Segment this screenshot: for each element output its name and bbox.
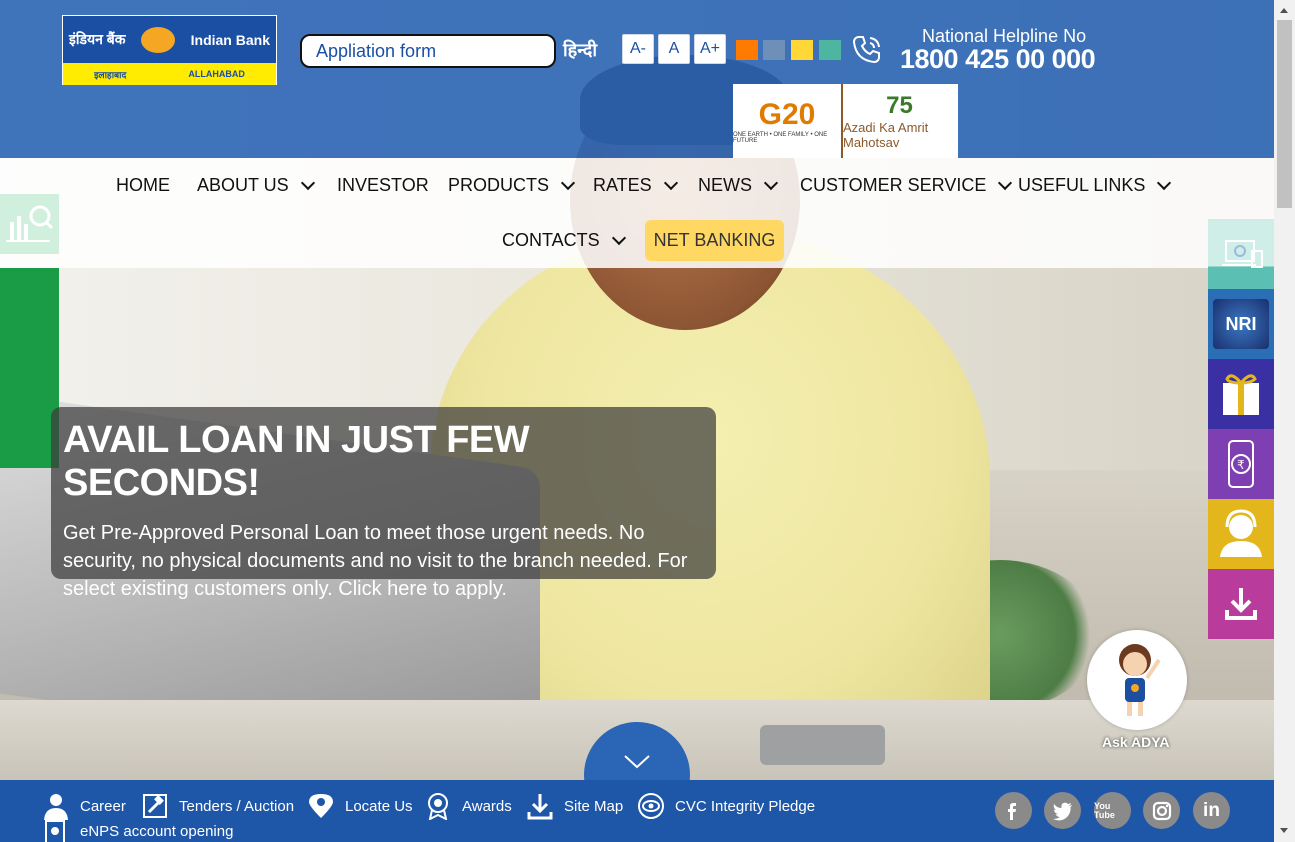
gavel-icon bbox=[143, 794, 167, 818]
nav-useful-links[interactable]: USEFUL LINKS bbox=[1018, 175, 1172, 196]
bank-emblem-icon bbox=[141, 26, 176, 53]
person-icon bbox=[44, 794, 68, 820]
scrollbar[interactable] bbox=[1274, 0, 1295, 842]
nav-rates[interactable]: RATES bbox=[593, 175, 678, 196]
net-banking-button[interactable]: NET BANKING bbox=[645, 220, 784, 261]
font-decrease-button[interactable]: A- bbox=[622, 34, 654, 64]
banner-text: Get Pre-Approved Personal Loan to meet t… bbox=[63, 522, 688, 600]
chevron-down-icon bbox=[663, 175, 678, 190]
side-download[interactable] bbox=[1208, 569, 1274, 639]
search-input[interactable] bbox=[300, 34, 556, 68]
event-badges: G20 ONE EARTH • ONE FAMILY • ONE FUTURE … bbox=[733, 84, 958, 158]
helpline-number[interactable]: 1800 425 00 000 bbox=[900, 44, 1096, 75]
banner-title: AVAIL LOAN IN JUST FEW SECONDS! bbox=[63, 419, 530, 504]
theme-blue-swatch[interactable] bbox=[763, 40, 785, 60]
download-icon bbox=[527, 794, 553, 820]
youtube-icon[interactable]: You Tube bbox=[1094, 792, 1131, 829]
logo-hindi-text: इंडियन बैंक bbox=[69, 31, 126, 47]
facebook-icon[interactable] bbox=[995, 792, 1032, 829]
digital-banking-icon bbox=[1222, 240, 1263, 268]
language-toggle-link[interactable]: हिन्दी bbox=[563, 38, 597, 62]
customer-support-icon bbox=[1220, 509, 1262, 557]
chevron-down-icon bbox=[611, 230, 626, 245]
instagram-icon[interactable] bbox=[1143, 792, 1180, 829]
footer-locate-link[interactable]: Locate Us bbox=[307, 792, 413, 820]
footer-awards-link[interactable]: Awards bbox=[424, 792, 512, 820]
nav-home[interactable]: HOME bbox=[116, 175, 170, 196]
twitter-icon[interactable] bbox=[1044, 792, 1081, 829]
azadi-logo: Azadi Ka Amrit Mahotsav bbox=[843, 120, 929, 150]
linkedin-icon[interactable]: in bbox=[1193, 792, 1230, 829]
nav-investor[interactable]: INVESTOR bbox=[337, 175, 429, 196]
nav-contacts[interactable]: CONTACTS bbox=[502, 230, 626, 251]
chevron-down-icon bbox=[300, 175, 315, 190]
chatbot-label[interactable]: Ask ADYA bbox=[1102, 734, 1169, 750]
promo-banner[interactable]: AVAIL LOAN IN JUST FEW SECONDS! Get Pre-… bbox=[51, 407, 716, 600]
gift-icon bbox=[1223, 374, 1259, 415]
chevron-down-icon bbox=[560, 175, 576, 190]
scrollbar-thumb[interactable] bbox=[1277, 20, 1292, 208]
footer-enps-link[interactable]: eNPS account opening bbox=[42, 819, 233, 842]
theme-orange-swatch[interactable] bbox=[736, 40, 758, 60]
phone-icon bbox=[852, 36, 880, 64]
scroll-up-arrow-icon[interactable] bbox=[1280, 8, 1288, 13]
side-mobile-payment[interactable]: ₹ bbox=[1208, 429, 1274, 499]
mobile-rupee-icon: ₹ bbox=[1228, 440, 1254, 488]
chevron-down-icon bbox=[763, 175, 779, 190]
chevron-down-icon bbox=[1157, 175, 1172, 190]
chatbot-launcher[interactable] bbox=[1087, 630, 1187, 730]
assistant-avatar-icon bbox=[1119, 644, 1161, 716]
g20-tagline: ONE EARTH • ONE FAMILY • ONE FUTURE bbox=[733, 132, 828, 144]
nav-products[interactable]: PRODUCTS bbox=[448, 175, 576, 196]
download-icon bbox=[1225, 588, 1257, 620]
nav-customer-service[interactable]: CUSTOMER SERVICE bbox=[800, 175, 1013, 196]
font-increase-button[interactable]: A+ bbox=[694, 34, 726, 64]
g20-logo: G20 bbox=[758, 98, 816, 131]
side-customer-support[interactable] bbox=[1208, 499, 1274, 569]
side-gift[interactable] bbox=[1208, 359, 1274, 429]
logo-sub-hindi: इलाहाबाद bbox=[94, 69, 127, 80]
footer-career-link[interactable]: Career bbox=[42, 792, 126, 820]
chart-search-icon bbox=[6, 205, 54, 242]
nri-icon: NRI bbox=[1213, 299, 1269, 349]
scroll-down-arrow-icon[interactable] bbox=[1280, 828, 1288, 833]
footer-sitemap-link[interactable]: Site Map bbox=[526, 792, 623, 820]
side-digital-banking[interactable] bbox=[1208, 219, 1274, 289]
theme-teal-swatch[interactable] bbox=[819, 40, 841, 60]
svg-text:₹: ₹ bbox=[1237, 458, 1245, 472]
chevron-down-icon bbox=[624, 755, 650, 769]
nav-news[interactable]: NEWS bbox=[698, 175, 779, 196]
nav-about-us[interactable]: ABOUT US bbox=[197, 175, 315, 196]
left-tab-analytics[interactable] bbox=[0, 194, 59, 254]
side-nri[interactable]: NRI bbox=[1208, 289, 1274, 359]
document-icon bbox=[45, 820, 65, 842]
azadi-number: 75 bbox=[886, 92, 913, 119]
theme-yellow-swatch[interactable] bbox=[791, 40, 813, 60]
font-normal-button[interactable]: A bbox=[658, 34, 690, 64]
footer-cvc-link[interactable]: CVC Integrity Pledge bbox=[637, 792, 815, 820]
logo-english-text: Indian Bank bbox=[190, 31, 270, 48]
chevron-down-icon bbox=[998, 175, 1013, 190]
award-icon bbox=[428, 793, 448, 820]
logo-sub-english: ALLAHABAD bbox=[188, 69, 245, 79]
bank-logo[interactable]: इंडियन बैंक Indian Bank इलाहाबाद ALLAHAB… bbox=[62, 15, 277, 85]
footer-tenders-link[interactable]: Tenders / Auction bbox=[141, 792, 294, 820]
eye-icon bbox=[638, 793, 664, 819]
location-pin-icon bbox=[309, 794, 333, 818]
